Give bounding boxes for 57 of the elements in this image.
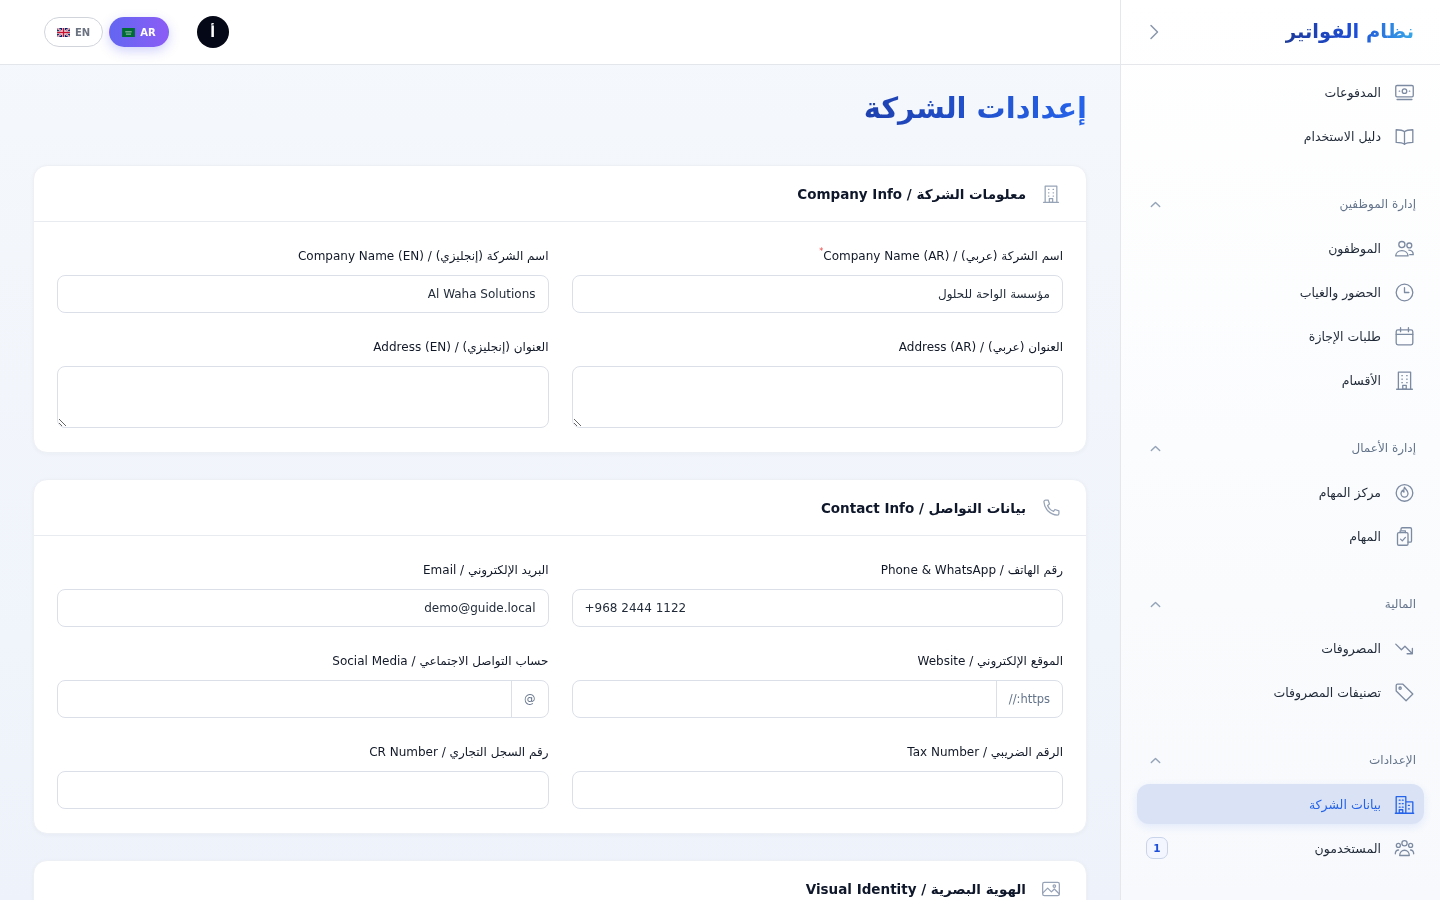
clock-icon bbox=[1394, 281, 1415, 303]
input-field[interactable] bbox=[571, 771, 1063, 809]
input-field[interactable]: @ bbox=[57, 680, 549, 718]
card-title: معلومات الشركة / Company Info bbox=[797, 185, 1026, 202]
flame-icon bbox=[1394, 481, 1415, 503]
section-toggle[interactable]: إدارة الأعمال bbox=[1137, 428, 1424, 468]
input-field[interactable]: demo@guide.local bbox=[57, 589, 549, 627]
building-icon bbox=[1041, 183, 1061, 204]
field-label: العنوان (إنجليزي) / Address (EN) bbox=[373, 339, 549, 355]
section-toggle[interactable]: إدارة الموظفين bbox=[1137, 184, 1424, 224]
user-avatar[interactable]: أ bbox=[196, 16, 229, 48]
input-prefix: https:// bbox=[995, 681, 1062, 717]
sidebar-item[interactable]: مركز المهام bbox=[1137, 472, 1424, 512]
buildings-icon bbox=[1394, 793, 1415, 815]
flag-icon bbox=[122, 27, 136, 37]
textarea-field[interactable] bbox=[571, 366, 1063, 428]
sidebar-item[interactable]: بيانات الشركة bbox=[1137, 784, 1424, 824]
field-label: رقم الهاتف / Phone & WhatsApp bbox=[880, 562, 1063, 578]
sidebar-item[interactable]: الموظفون bbox=[1137, 228, 1424, 268]
field-label: الموقع الإلكتروني / Website bbox=[917, 653, 1063, 669]
input-prefix: @ bbox=[511, 681, 548, 717]
sidebar-item[interactable]: الحضور والغياب bbox=[1137, 272, 1424, 312]
tag-icon bbox=[1394, 681, 1415, 703]
language-button[interactable]: AR bbox=[109, 17, 169, 47]
input-field[interactable] bbox=[57, 771, 549, 809]
flag-icon bbox=[57, 27, 70, 37]
field-label: حساب التواصل الاجتماعي / Social Media bbox=[332, 653, 549, 669]
textarea-field[interactable] bbox=[57, 366, 549, 428]
input-field[interactable]: +968 2444 1122 bbox=[571, 589, 1063, 627]
sidebar-item[interactable]: طلبات الإجازة bbox=[1137, 316, 1424, 356]
phone-icon bbox=[1041, 497, 1061, 518]
card-title: بيانات التواصل / Contact Info bbox=[820, 499, 1026, 516]
field-label: البريد الإلكتروني / Email bbox=[423, 562, 549, 578]
sidebar-item[interactable]: المدفوعات bbox=[1137, 72, 1424, 112]
count-badge: 1 bbox=[1146, 837, 1168, 859]
sidebar-item[interactable]: تصنيفات المصروفات bbox=[1137, 672, 1424, 712]
input-field[interactable]: مؤسسة الواحة للحلول bbox=[571, 275, 1063, 313]
section-toggle[interactable]: الإعدادات bbox=[1137, 740, 1424, 780]
sidebar-item[interactable]: الأقسام bbox=[1137, 360, 1424, 400]
input-field[interactable]: Al Waha Solutions bbox=[57, 275, 549, 313]
card-title: الهوية البصرية / Visual Identity bbox=[805, 880, 1026, 897]
input-field[interactable]: https:// bbox=[571, 680, 1063, 718]
field-label: الرقم الضريبي / Tax Number bbox=[907, 744, 1063, 760]
field-label: العنوان (عربي) / Address (AR) bbox=[898, 339, 1063, 355]
user-group-icon bbox=[1394, 837, 1415, 859]
sidebar-item[interactable]: المهام bbox=[1137, 516, 1424, 556]
chevron-right-icon bbox=[1149, 24, 1159, 40]
clipboard-check-icon bbox=[1394, 525, 1415, 547]
field-label: اسم الشركة (عربي) / Company Name (AR)$^{*}$ bbox=[819, 248, 1063, 264]
field-label: اسم الشركة (إنجليزي) / Company Name (EN) bbox=[297, 248, 549, 264]
section-toggle[interactable]: المالية bbox=[1137, 584, 1424, 624]
language-button[interactable]: EN bbox=[44, 17, 104, 47]
sidebar-item[interactable]: دليل الاستخدام bbox=[1137, 116, 1424, 156]
building-icon bbox=[1394, 369, 1415, 391]
field-label: رقم السجل التجاري / CR Number bbox=[369, 744, 549, 760]
sidebar-item[interactable]: المصروفات bbox=[1137, 628, 1424, 668]
calendar-icon bbox=[1394, 325, 1415, 347]
